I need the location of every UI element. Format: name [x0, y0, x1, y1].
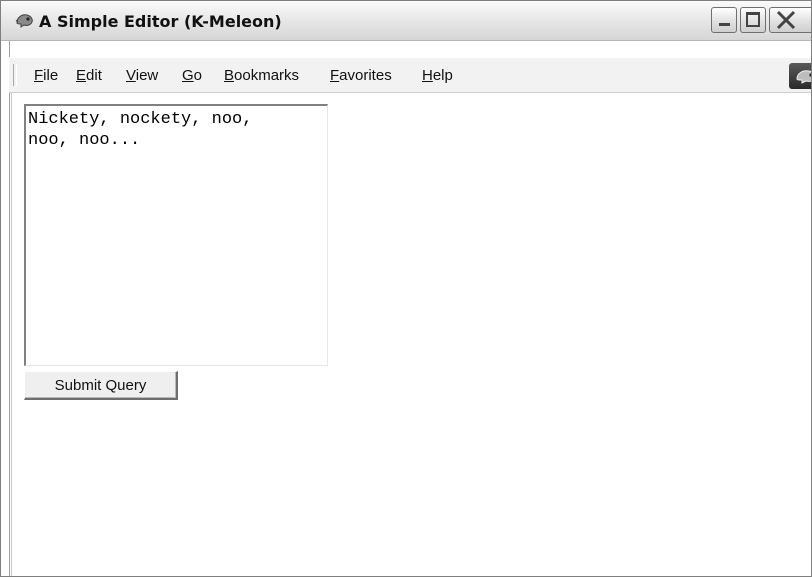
k-meleon-icon[interactable] — [15, 11, 35, 29]
menu-file[interactable]: File — [34, 67, 58, 84]
close-icon — [776, 10, 796, 30]
window-title: A Simple Editor (K-Meleon) — [39, 12, 282, 31]
submit-query-button[interactable]: Submit Query — [24, 371, 178, 400]
maximize-button[interactable] — [740, 7, 766, 33]
minimize-icon — [719, 23, 730, 26]
menu-edit[interactable]: Edit — [76, 67, 102, 84]
minimize-button[interactable] — [711, 7, 737, 33]
menu-go[interactable]: Go — [182, 67, 202, 84]
title-bar[interactable]: A Simple Editor (K-Meleon) — [1, 1, 811, 41]
menu-bar: File Edit View Go Bookmarks Favorites He… — [9, 57, 811, 93]
menubar-grip[interactable] — [13, 64, 17, 86]
window-frame-top — [1, 41, 811, 57]
browser-window: A Simple Editor (K-Meleon) File Edit Vie… — [0, 0, 812, 577]
menu-favorites[interactable]: Favorites — [330, 67, 392, 84]
k-meleon-throbber-icon[interactable] — [789, 63, 811, 89]
page-content: Nickety, nockety, noo, noo, noo... Submi… — [12, 94, 811, 576]
menu-help[interactable]: Help — [422, 67, 453, 84]
menu-bookmarks[interactable]: Bookmarks — [224, 67, 299, 84]
maximize-icon — [746, 12, 760, 27]
editor-textarea[interactable]: Nickety, nockety, noo, noo, noo... — [24, 104, 328, 366]
close-button[interactable] — [769, 7, 811, 33]
window-frame-left — [9, 41, 10, 576]
menu-view[interactable]: View — [126, 67, 158, 84]
